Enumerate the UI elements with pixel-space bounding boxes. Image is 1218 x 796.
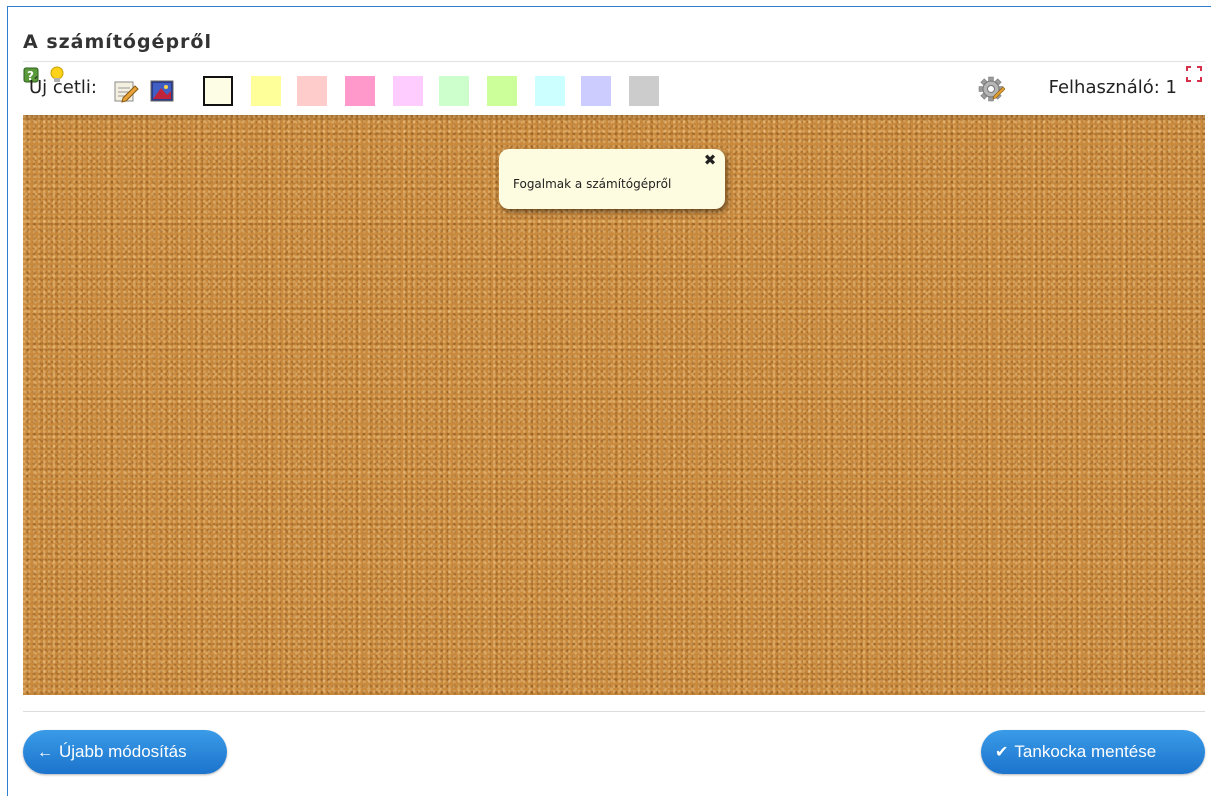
- color-swatch[interactable]: [629, 76, 659, 106]
- settings-button[interactable]: [976, 74, 1006, 104]
- page-title: A számítógépről: [23, 31, 212, 53]
- color-swatch[interactable]: [535, 76, 565, 106]
- color-swatch[interactable]: [297, 76, 327, 106]
- gear-icon: [978, 76, 1006, 102]
- new-note-label: Új cetli:: [29, 77, 97, 98]
- fullscreen-button[interactable]: [1186, 66, 1202, 82]
- back-button[interactable]: ← Újabb módosítás: [23, 730, 227, 774]
- picture-icon: [150, 80, 174, 102]
- color-swatch[interactable]: [251, 76, 281, 106]
- new-text-note-button[interactable]: [113, 78, 139, 104]
- color-swatch[interactable]: [345, 76, 375, 106]
- color-swatch[interactable]: [439, 76, 469, 106]
- title-divider: [23, 61, 1205, 62]
- checkmark-icon: ✔: [995, 744, 1009, 761]
- save-button-label: Tankocka mentése: [1014, 742, 1157, 761]
- color-swatch[interactable]: [393, 76, 423, 106]
- footer-divider: [23, 711, 1205, 712]
- corkboard[interactable]: ✖ Fogalmak a számítógépről: [23, 115, 1205, 695]
- save-button[interactable]: ✔ Tankocka mentése: [981, 730, 1205, 774]
- back-button-label: Újabb módosítás: [59, 742, 187, 761]
- close-icon[interactable]: ✖: [703, 153, 717, 168]
- user-label: Felhasználó: 1: [1048, 77, 1177, 98]
- color-swatch[interactable]: [203, 76, 233, 106]
- toolbar: ? Új cetli: Felhasználó: 1: [23, 66, 1205, 114]
- arrow-left-icon: ←: [37, 744, 53, 761]
- sticky-note-text[interactable]: Fogalmak a számítógépről: [513, 177, 671, 191]
- fullscreen-icon: [1186, 66, 1202, 82]
- sticky-note[interactable]: ✖ Fogalmak a számítógépről: [499, 149, 725, 209]
- new-image-note-button[interactable]: [149, 78, 175, 104]
- color-swatch[interactable]: [581, 76, 611, 106]
- notepad-pencil-icon: [114, 81, 139, 103]
- color-swatch[interactable]: [487, 76, 517, 106]
